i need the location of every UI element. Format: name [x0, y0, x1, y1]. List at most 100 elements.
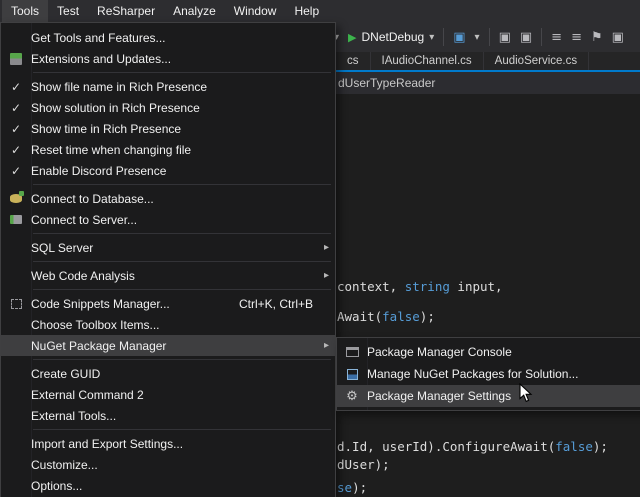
menu-item-label: Customize... — [31, 458, 329, 472]
console-icon — [346, 347, 359, 357]
new-window-icon[interactable]: ▣ — [499, 31, 511, 44]
menu-bar: Tools Test ReSharper Analyze Window Help — [0, 0, 640, 22]
menu-item-show-time[interactable]: ✓ Show time in Rich Presence — [1, 118, 335, 139]
submenu-arrow-icon: ▸ — [315, 270, 329, 281]
profiler-icon[interactable]: ▣ — [453, 31, 465, 44]
submenu-item-manage-nuget-packages[interactable]: Manage NuGet Packages for Solution... — [337, 363, 640, 385]
toolbar-separator — [541, 28, 542, 46]
breadcrumb[interactable]: dUserTypeReader — [338, 76, 435, 90]
menu-separator — [33, 184, 331, 185]
menu-item-label: Get Tools and Features... — [31, 31, 329, 45]
menu-item-label: Extensions and Updates... — [31, 52, 329, 66]
menu-item-get-tools-and-features[interactable]: Get Tools and Features... — [1, 27, 335, 48]
indent-increase-icon[interactable]: ≡ — [571, 31, 582, 44]
menu-item-label: Choose Toolbox Items... — [31, 318, 329, 332]
code-text: dUser); — [337, 457, 390, 472]
menubar-item-analyze[interactable]: Analyze — [164, 0, 225, 22]
submenu-arrow-icon: ▸ — [315, 242, 329, 253]
tools-menu: Get Tools and Features... Extensions and… — [0, 22, 336, 497]
submenu-item-package-manager-console[interactable]: Package Manager Console — [337, 341, 640, 363]
menu-item-label: SQL Server — [31, 241, 315, 255]
code-keyword: false — [555, 439, 593, 454]
icon-cell — [337, 347, 367, 357]
icon-cell — [1, 194, 31, 203]
icon-cell — [1, 215, 31, 224]
menu-item-nuget-package-manager[interactable]: NuGet Package Manager ▸ — [1, 335, 335, 356]
menu-item-label: Code Snippets Manager... — [31, 297, 239, 311]
code-text: ); — [420, 309, 435, 324]
code-text: d.Id, userId).ConfigureAwait( — [337, 439, 555, 454]
menubar-item-resharper[interactable]: ReSharper — [88, 0, 164, 22]
menu-separator — [33, 72, 331, 73]
submenu-arrow-icon: ▸ — [315, 340, 329, 351]
menu-item-extensions-and-updates[interactable]: Extensions and Updates... — [1, 48, 335, 69]
icon-cell — [1, 299, 31, 309]
code-text: Await( — [337, 309, 382, 324]
menu-separator — [33, 261, 331, 262]
menu-item-label: Package Manager Settings — [367, 389, 639, 403]
tab-audioservice[interactable]: AudioService.cs — [484, 52, 589, 70]
menu-item-label: Reset time when changing file — [31, 143, 329, 157]
profiler-caret-icon[interactable]: ▾ — [475, 32, 480, 43]
check-icon: ✓ — [1, 143, 31, 157]
menu-item-web-code-analysis[interactable]: Web Code Analysis ▸ — [1, 265, 335, 286]
menu-item-enable-discord-presence[interactable]: ✓ Enable Discord Presence — [1, 160, 335, 181]
menu-item-create-guid[interactable]: Create GUID — [1, 363, 335, 384]
menu-item-show-solution[interactable]: ✓ Show solution in Rich Presence — [1, 97, 335, 118]
menubar-item-tools[interactable]: Tools — [2, 0, 48, 22]
menu-item-reset-time[interactable]: ✓ Reset time when changing file — [1, 139, 335, 160]
menu-item-label: Show time in Rich Presence — [31, 122, 329, 136]
menu-item-customize[interactable]: Customize... — [1, 454, 335, 475]
menubar-item-test[interactable]: Test — [48, 0, 88, 22]
menu-item-label: NuGet Package Manager — [31, 339, 315, 353]
code-line: d.Id, userId).ConfigureAwait(false); — [337, 439, 608, 454]
package-icon — [347, 369, 358, 380]
code-line: Await(false); — [337, 309, 435, 324]
menu-separator — [33, 429, 331, 430]
menu-item-sql-server[interactable]: SQL Server ▸ — [1, 237, 335, 258]
menu-item-label: Create GUID — [31, 367, 329, 381]
menu-item-label: Web Code Analysis — [31, 269, 315, 283]
split-window-icon[interactable]: ▣ — [520, 31, 532, 44]
extensions-icon — [10, 53, 22, 65]
submenu-item-package-manager-settings[interactable]: ⚙ Package Manager Settings — [337, 385, 640, 407]
indent-decrease-icon[interactable]: ≡ — [551, 31, 562, 44]
nuget-submenu: Package Manager Console Manage NuGet Pac… — [336, 337, 640, 411]
menu-item-label: Connect to Server... — [31, 213, 329, 227]
menu-item-show-file-name[interactable]: ✓ Show file name in Rich Presence — [1, 76, 335, 97]
menu-item-connect-to-server[interactable]: Connect to Server... — [1, 209, 335, 230]
vs-window: Tools Test ReSharper Analyze Window Help… — [0, 0, 640, 497]
code-text: ); — [352, 480, 367, 495]
code-line: dUser); — [337, 457, 390, 472]
toolbar-separator — [489, 28, 490, 46]
code-keyword: string — [405, 279, 450, 294]
icon-cell — [1, 53, 31, 65]
code-keyword: false — [382, 309, 420, 324]
code-text: ); — [593, 439, 608, 454]
code-line: context, string input, — [337, 279, 503, 294]
icon-cell: ⚙ — [337, 390, 367, 403]
toolbar-separator — [443, 28, 444, 46]
menu-item-label: Show file name in Rich Presence — [31, 80, 329, 94]
gear-icon: ⚙ — [346, 390, 358, 403]
menubar-item-help[interactable]: Help — [285, 0, 328, 22]
menu-item-code-snippets-manager[interactable]: Code Snippets Manager... Ctrl+K, Ctrl+B — [1, 293, 335, 314]
bookmark-icon[interactable]: ⚑ — [591, 31, 603, 44]
menu-item-connect-to-database[interactable]: Connect to Database... — [1, 188, 335, 209]
menu-item-shortcut: Ctrl+K, Ctrl+B — [239, 297, 313, 311]
menu-item-choose-toolbox-items[interactable]: Choose Toolbox Items... — [1, 314, 335, 335]
menubar-item-window[interactable]: Window — [225, 0, 286, 22]
menu-item-label: Package Manager Console — [367, 345, 639, 359]
menu-item-external-command-2[interactable]: External Command 2 — [1, 384, 335, 405]
tab-partial[interactable]: cs — [336, 52, 371, 70]
tab-iaudiochannel[interactable]: IAudioChannel.cs — [371, 52, 484, 70]
menu-item-options[interactable]: Options... — [1, 475, 335, 496]
debug-target-label: DNetDebug — [362, 30, 425, 44]
menu-item-label: Import and Export Settings... — [31, 437, 329, 451]
menu-item-external-tools[interactable]: External Tools... — [1, 405, 335, 426]
code-text: input, — [450, 279, 503, 294]
panel-icon[interactable]: ▣ — [612, 31, 624, 44]
check-icon: ✓ — [1, 164, 31, 178]
menu-item-import-export-settings[interactable]: Import and Export Settings... — [1, 433, 335, 454]
start-debug-button[interactable]: ▶ DNetDebug ▾ — [348, 30, 434, 44]
